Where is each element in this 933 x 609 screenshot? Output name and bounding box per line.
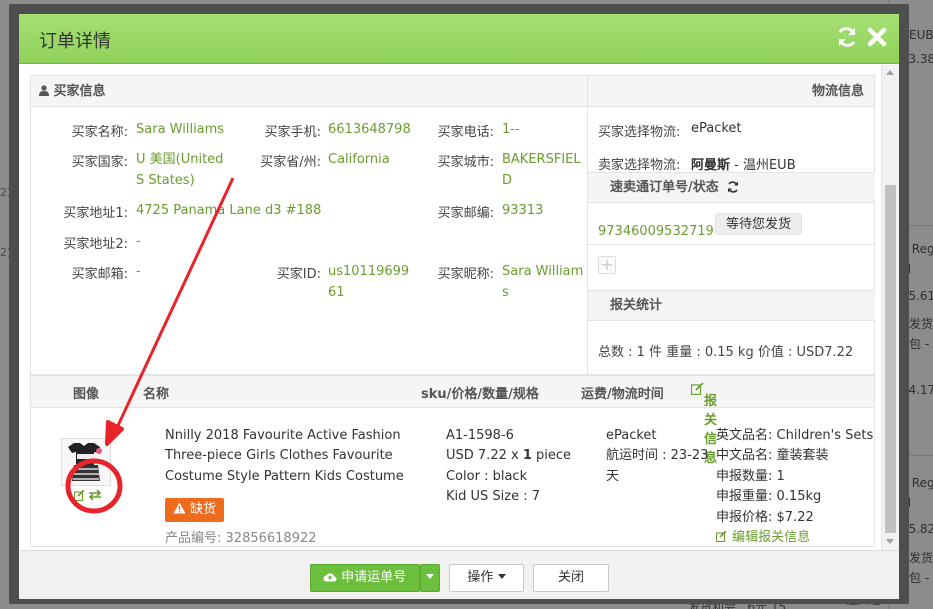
order-detail-dialog: 订单详情 买家信息 买家名称: Sara Williams 买家手机: 6613…: [9, 4, 909, 604]
customs-value: USD7.22: [796, 345, 854, 360]
price-qty: USD 7.22 x 1 piece: [446, 448, 572, 463]
buyer-id-label: 买家ID:: [276, 267, 321, 282]
buyer-city-label: 买家城市:: [437, 155, 494, 170]
customs-info-link[interactable]: 报关信息: [690, 382, 717, 466]
buyer-phone-value: 1--: [502, 122, 520, 137]
buyer-nick-value: Sara William: [502, 264, 584, 279]
customs-heading: 报关统计: [588, 290, 875, 321]
buyer-address2-label: 买家地址2:: [63, 237, 128, 252]
buyer-name-value: Sara Williams: [136, 122, 225, 137]
tracking-title: 速卖通订单号/状态: [610, 180, 719, 195]
product-number: 产品编号: 32856618922: [165, 531, 317, 546]
buyer-choice-label: 买家选择物流:: [598, 125, 681, 140]
sync-icon[interactable]: [727, 175, 739, 205]
add-tracking-button[interactable]: +: [598, 256, 616, 274]
buyer-address1-label: 买家地址1:: [63, 206, 128, 221]
buyer-city-value: BAKERSFIEL: [502, 152, 581, 167]
buyer-address1-value: 4725 Panama Lane d3 #188: [136, 203, 322, 218]
buyer-choice-value: ePacket: [691, 121, 742, 136]
actions-button[interactable]: 操作: [449, 564, 524, 592]
tracking-heading: 速卖通订单号/状态: [588, 172, 875, 203]
column-image: 图像: [73, 387, 100, 402]
column-shipping: 运费/物流时间: [581, 387, 664, 402]
buyer-mobile-value: 6613648798: [328, 122, 411, 137]
buyer-id-value-2: 61: [328, 285, 345, 300]
buyer-mobile-label: 买家手机:: [264, 125, 321, 140]
buyer-city-value-2: D: [502, 173, 513, 188]
seller-choice-account: 阿曼斯: [691, 158, 731, 173]
buyer-state-value: California: [328, 152, 390, 167]
buyer-info-heading: 买家信息: [31, 76, 587, 107]
dialog-header: 订单详情: [19, 14, 899, 64]
buyer-id-value: us10119699: [328, 264, 410, 279]
refresh-icon[interactable]: [835, 26, 859, 50]
swap-product-icon[interactable]: [88, 489, 102, 505]
close-button[interactable]: 关闭: [533, 564, 609, 592]
shipping-time: 航运时间 : 23-23: [606, 448, 709, 463]
user-icon: [39, 84, 54, 99]
buyer-country-value: U 美国(United: [136, 152, 224, 167]
apply-tracking-dropdown[interactable]: [420, 564, 440, 592]
customs-title: 报关统计: [610, 298, 663, 313]
buyer-name-label: 买家名称:: [71, 125, 128, 140]
logistics-heading: 物流信息: [588, 76, 874, 107]
dialog-title: 订单详情: [39, 31, 111, 52]
buyer-country-value-2: S States): [136, 173, 195, 188]
logistics-panel: 物流信息 买家选择物流: ePacket 卖家选择物流: 阿曼斯 - 温州EUB…: [588, 75, 875, 375]
customs-cn-name: 中文品名: 童装套装: [716, 448, 829, 463]
buyer-country-label: 买家国家:: [71, 155, 128, 170]
dialog-footer: 申请运单号 操作 关闭: [19, 550, 899, 599]
cloud-upload-icon: [323, 570, 341, 585]
customs-weight: 0.15 kg: [704, 345, 754, 360]
edit-product-icon[interactable]: [73, 489, 85, 504]
dialog-body: 买家信息 买家名称: Sara Williams 买家手机: 661364879…: [19, 65, 899, 550]
spec-color: Color : black: [446, 469, 528, 484]
buyer-nick-label: 买家昵称:: [437, 267, 494, 282]
caret-down-icon: [426, 574, 434, 579]
sku-value: A1-1598-6: [446, 428, 514, 443]
customs-weight-row: 申报重量: 0.15kg: [716, 489, 822, 504]
seller-choice-label: 卖家选择物流:: [598, 158, 681, 173]
customs-en-name: 英文品名: Children's Sets: [716, 428, 874, 443]
product-table-header: 图像 名称 sku/价格/数量/规格 运费/物流时间 报关信息: [31, 376, 874, 466]
product-title-line-3: Costume Style Pattern Kids Costume: [165, 469, 404, 484]
status-badge: 等待您发货: [715, 213, 803, 235]
buyer-zip-value: 93313: [502, 203, 544, 218]
out-of-stock-badge[interactable]: 缺货: [165, 498, 225, 522]
product-title-line-2: Three-piece Girls Clothes Favourite: [165, 448, 393, 463]
buyer-info-title: 买家信息: [53, 84, 106, 99]
apply-tracking-button[interactable]: 申请运单号: [310, 564, 420, 592]
column-sku: sku/价格/数量/规格: [421, 387, 539, 402]
buyer-phone-label: 买家电话:: [437, 125, 494, 140]
customs-price: 申报价格: $7.22: [716, 510, 814, 525]
buyer-nick-value-2: s: [502, 285, 509, 300]
seller-choice-method: - 温州EUB: [730, 158, 796, 173]
product-thumbnail[interactable]: [61, 438, 111, 486]
edit-customs-link[interactable]: 编辑报关信息: [715, 528, 810, 549]
spec-size: Kid US Size : 7: [446, 489, 541, 504]
scrollbar-thumb[interactable]: [885, 185, 896, 533]
column-name: 名称: [143, 387, 170, 402]
customs-qty: 申报数量: 1: [716, 469, 785, 484]
buyer-email-label: 买家邮箱:: [71, 267, 128, 282]
product-table: 图像 名称 sku/价格/数量/规格 运费/物流时间 报关信息 Nnilly 2…: [30, 375, 875, 547]
buyer-info-panel: 买家信息 买家名称: Sara Williams 买家手机: 661364879…: [30, 75, 588, 375]
customs-total: 1 件: [636, 345, 663, 360]
close-icon[interactable]: [865, 26, 889, 50]
product-title-line-1: Nnilly 2018 Favourite Active Fashion: [165, 428, 401, 443]
buyer-zip-label: 买家邮编:: [437, 206, 494, 221]
buyer-email-value: -: [136, 264, 141, 279]
quantity-value: 1: [522, 448, 532, 463]
buyer-address2-value: -: [136, 234, 141, 249]
caret-down-icon: [497, 574, 506, 579]
order-number[interactable]: 97346009532719: [598, 224, 714, 239]
dialog-scrollbar[interactable]: [881, 65, 899, 550]
shipping-time-unit: 天: [606, 469, 620, 484]
shipping-method: ePacket: [606, 428, 657, 443]
buyer-state-label: 买家省/州:: [260, 155, 321, 170]
